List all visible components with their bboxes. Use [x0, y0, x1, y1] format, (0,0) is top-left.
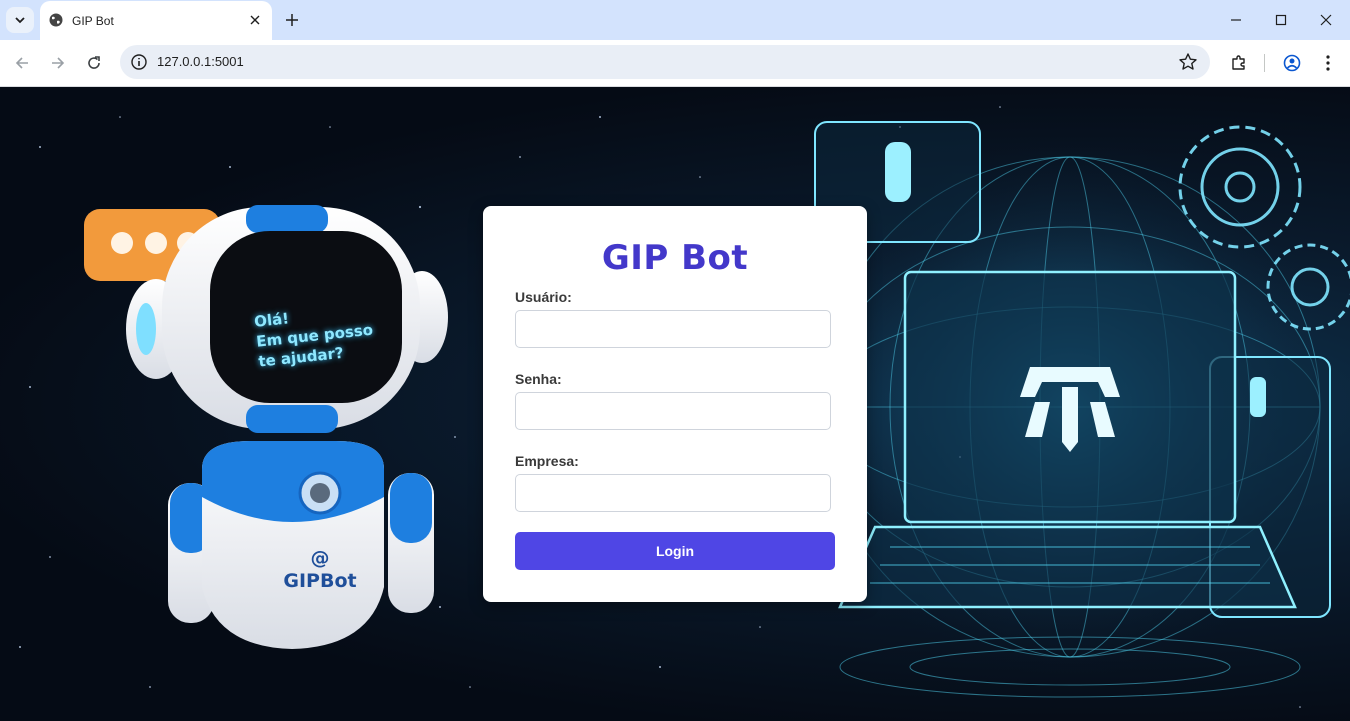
- browser-tab[interactable]: GIP Bot: [40, 1, 272, 40]
- extensions-button[interactable]: [1226, 50, 1252, 76]
- profile-button[interactable]: [1279, 50, 1305, 76]
- robot-at-symbol: @: [310, 547, 330, 569]
- back-button[interactable]: [9, 50, 35, 76]
- url-text: 127.0.0.1:5001: [157, 54, 244, 69]
- close-icon: [1320, 14, 1332, 26]
- plus-icon: [286, 14, 298, 26]
- menu-button[interactable]: [1315, 50, 1341, 76]
- more-vert-icon: [1326, 55, 1330, 71]
- forward-button[interactable]: [45, 50, 71, 76]
- maximize-button[interactable]: [1258, 5, 1304, 35]
- arrow-right-icon: [52, 57, 65, 69]
- bookmark-star-icon[interactable]: [1178, 52, 1198, 72]
- company-input[interactable]: [515, 474, 831, 512]
- toolbar-separator: [1264, 54, 1265, 72]
- tab-close-button[interactable]: [245, 10, 265, 30]
- password-input[interactable]: [515, 392, 831, 430]
- login-button[interactable]: Login: [515, 532, 835, 570]
- minimize-icon: [1231, 19, 1241, 21]
- minimize-button[interactable]: [1213, 5, 1259, 35]
- reload-button[interactable]: [81, 50, 107, 76]
- maximize-icon: [1275, 14, 1287, 26]
- username-input[interactable]: [515, 310, 831, 348]
- new-tab-button[interactable]: [280, 8, 304, 32]
- username-label: Usuário:: [515, 289, 572, 305]
- company-label: Empresa:: [515, 453, 579, 469]
- robot-brand-label: GIPBot: [283, 570, 357, 592]
- password-label: Senha:: [515, 371, 562, 387]
- tab-search-button[interactable]: [6, 7, 34, 33]
- login-card: GIP Bot Usuário: Senha: Empresa: Login: [483, 206, 867, 602]
- puzzle-icon: [1232, 55, 1245, 70]
- window-close-button[interactable]: [1303, 5, 1349, 35]
- chevron-down-icon: [15, 17, 25, 24]
- account-icon: [1283, 54, 1301, 72]
- close-icon: [250, 15, 260, 25]
- globe-icon: [49, 13, 63, 27]
- reload-icon: [88, 56, 100, 69]
- robot-body-text: @ GIPBot: [270, 547, 370, 593]
- arrow-left-icon: [15, 57, 28, 69]
- tab-title: GIP Bot: [72, 14, 114, 28]
- site-info-icon[interactable]: [130, 53, 148, 71]
- login-page-background: Olá! Em que posso te ajudar? @ GIPBot GI…: [0, 87, 1350, 721]
- login-title: GIP Bot: [601, 238, 749, 278]
- address-bar[interactable]: 127.0.0.1:5001: [120, 45, 1210, 79]
- browser-tabstrip: GIP Bot: [0, 0, 1350, 40]
- browser-toolbar: 127.0.0.1:5001: [0, 40, 1350, 87]
